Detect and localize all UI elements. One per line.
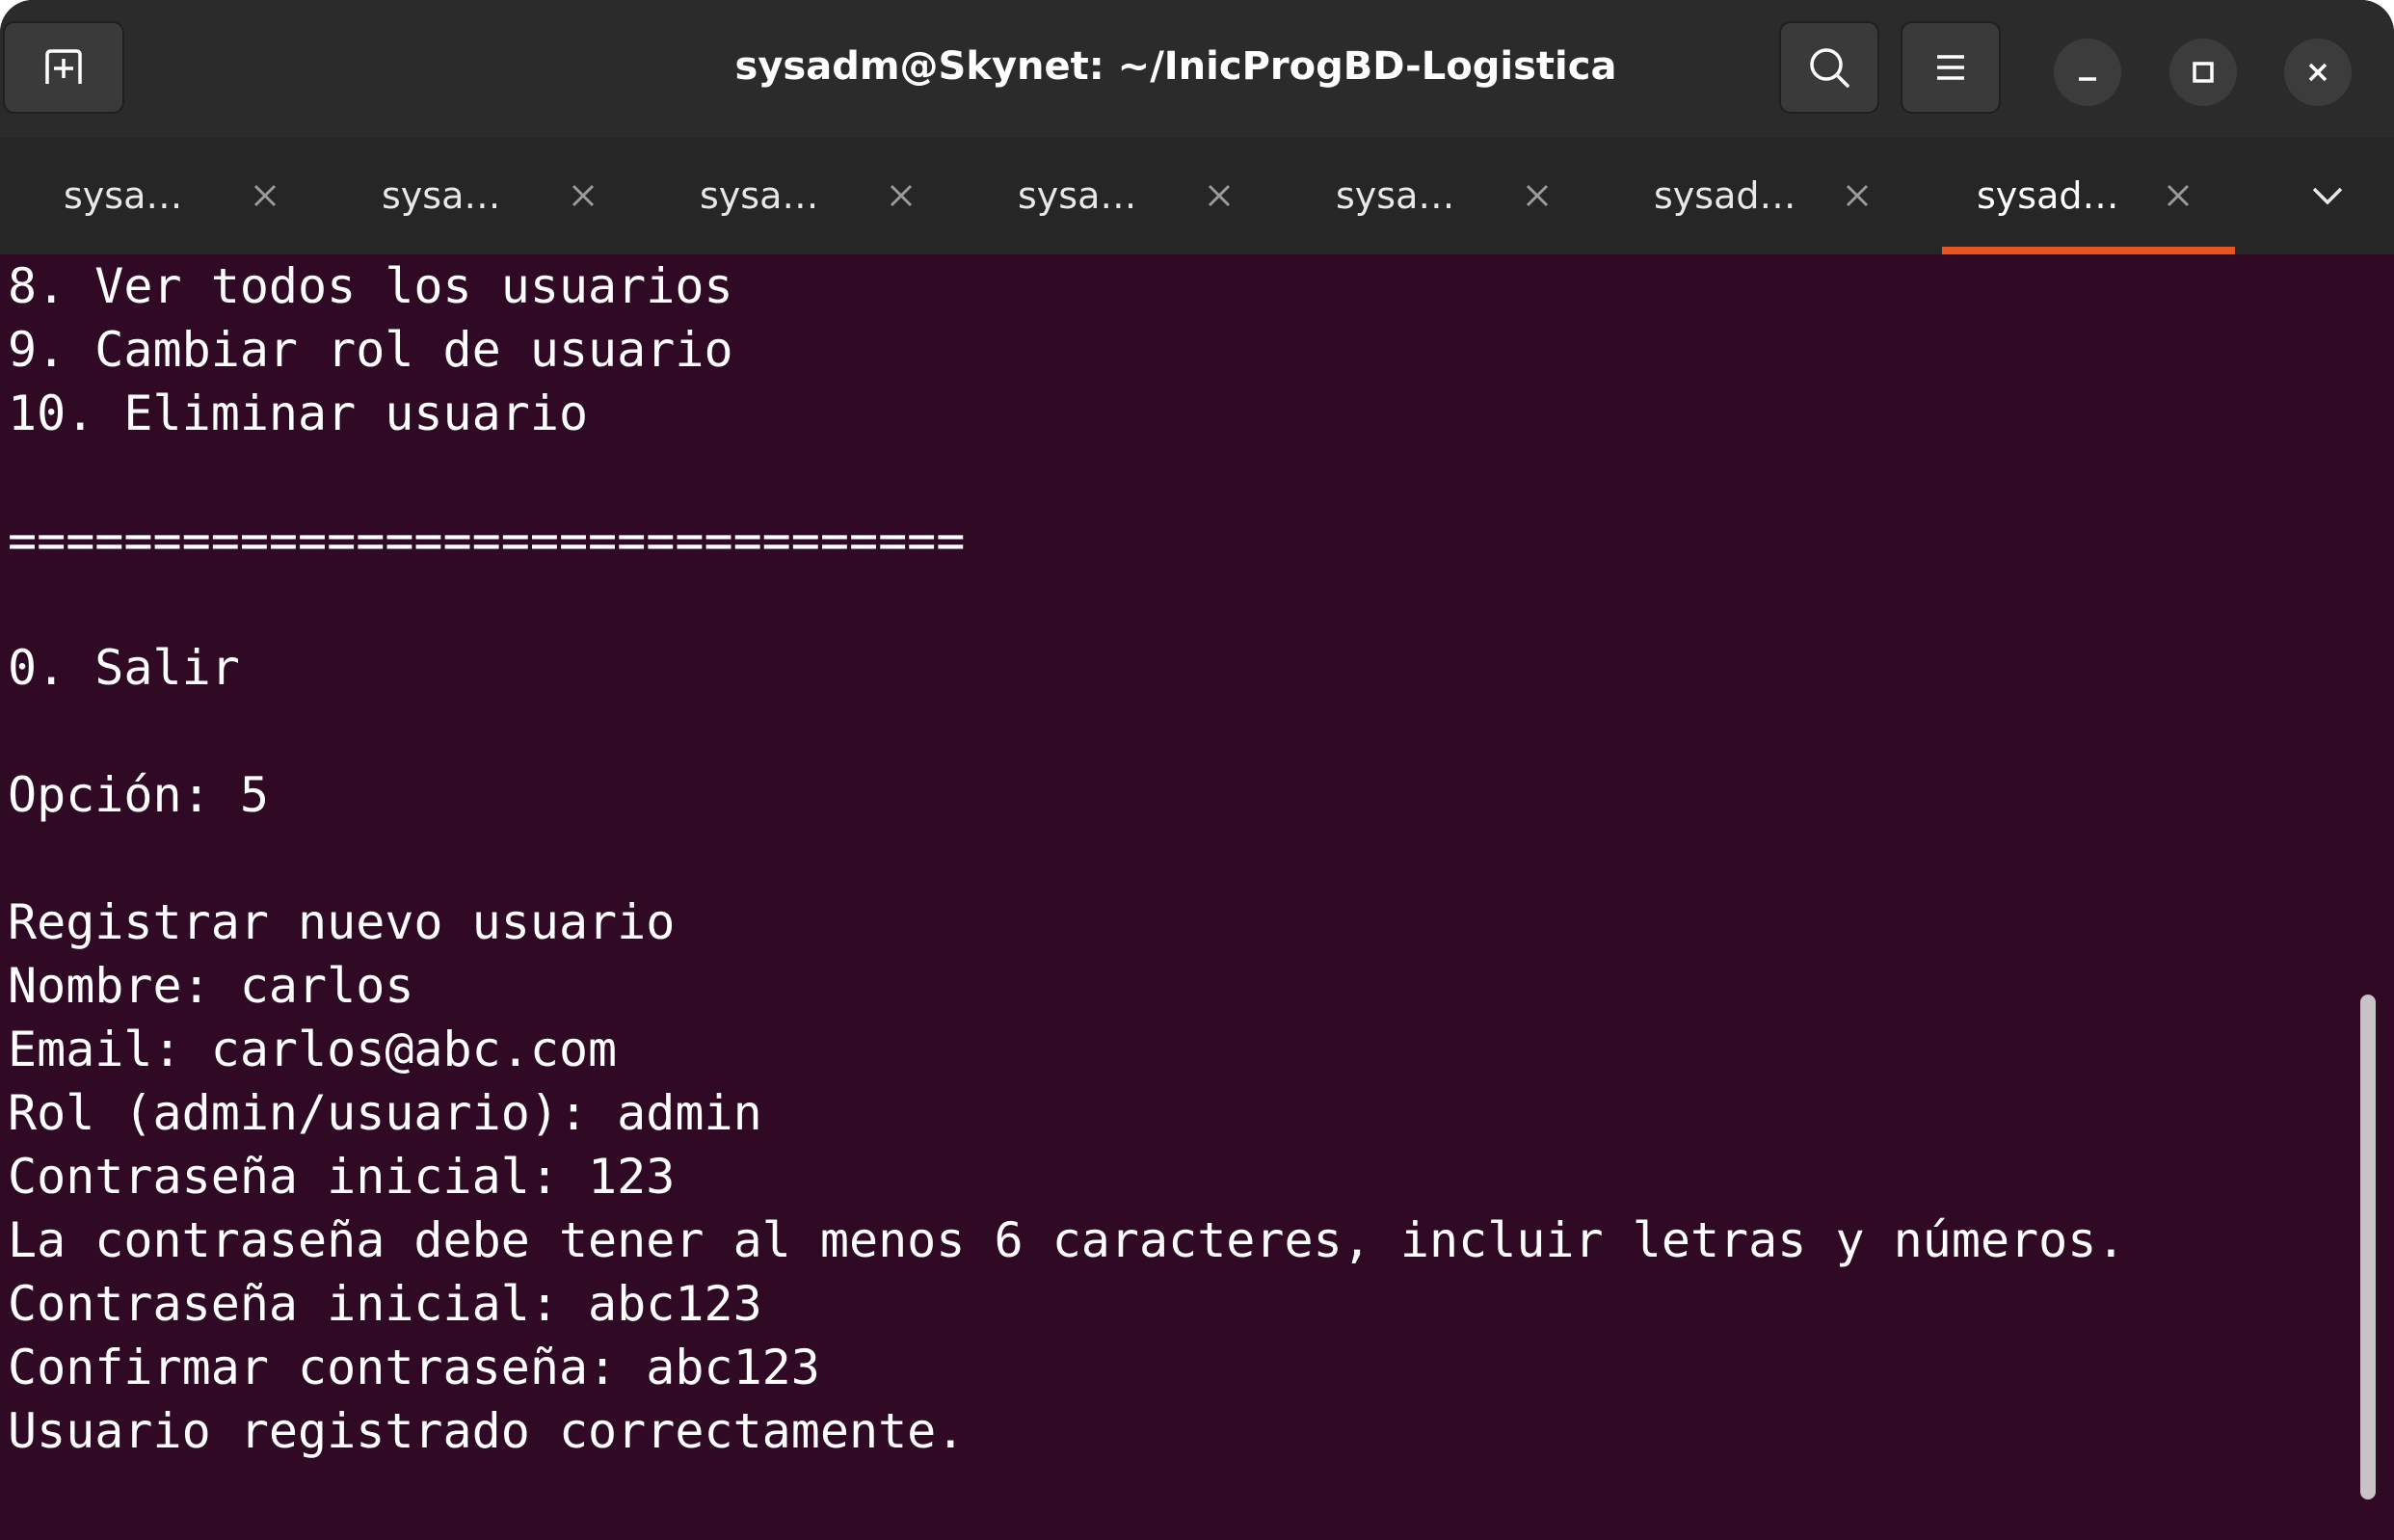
tab-close-icon[interactable] [564, 176, 602, 215]
terminal-line: La contraseña debe tener al menos 6 cara… [8, 1212, 2126, 1268]
tab-close-icon[interactable] [882, 176, 920, 215]
tab-close-icon[interactable] [246, 176, 284, 215]
new-tab-button[interactable] [3, 21, 124, 114]
terminal-line: Registrar nuevo usuario [8, 894, 676, 950]
tab-2[interactable]: sysa… [318, 138, 636, 254]
tab-3[interactable]: sysa… [636, 138, 954, 254]
tab-close-icon[interactable] [1838, 176, 1876, 215]
tab-close-icon[interactable] [1518, 176, 1556, 215]
terminal-line: Email: carlos@abc.com [8, 1022, 618, 1077]
terminal-line: Nombre: carlos [8, 958, 414, 1014]
tab-label: sysa… [1336, 174, 1455, 217]
tab-bar: sysa… sysa… sysa… sysa… sysa… sysad… sys… [0, 138, 2394, 254]
minimize-icon [2079, 77, 2096, 81]
terminal-line: Contraseña inicial: 123 [8, 1149, 676, 1205]
header-bar: sysadm@Skynet: ~/InicProgBD-Logistica [0, 0, 2394, 138]
maximize-button[interactable] [2169, 39, 2237, 106]
hamburger-menu-icon [1937, 55, 1964, 80]
close-button[interactable] [2284, 39, 2352, 106]
active-tab-indicator [1942, 247, 2235, 254]
tab-label: sysad… [1977, 174, 2119, 217]
tab-1[interactable]: sysa… [0, 138, 318, 254]
tab-4[interactable]: sysa… [954, 138, 1272, 254]
terminal-line: 8. Ver todos los usuarios [8, 258, 733, 314]
scrollbar-thumb[interactable] [2360, 995, 2376, 1500]
tab-label: sysa… [64, 174, 183, 217]
terminal-line: 10. Eliminar usuario [8, 385, 589, 441]
search-button[interactable] [1779, 21, 1879, 114]
tab-7-active[interactable]: sysad… [1913, 138, 2231, 254]
maximize-icon [2193, 62, 2214, 83]
main-menu-button[interactable] [1901, 21, 2001, 114]
terminal-line: Opción: 5 [8, 767, 269, 823]
terminal-line: ================================= [8, 513, 966, 569]
tab-label: sysad… [1654, 174, 1796, 217]
terminal-line: Contraseña inicial: abc123 [8, 1276, 762, 1332]
terminal-line: 0. Salir [8, 640, 240, 696]
close-icon [2308, 63, 2328, 82]
tab-5[interactable]: sysa… [1272, 138, 1590, 254]
terminal-line: 9. Cambiar rol de usuario [8, 322, 733, 378]
tab-label: sysa… [382, 174, 501, 217]
tab-close-icon[interactable] [2159, 176, 2197, 215]
minimize-button[interactable] [2054, 39, 2121, 106]
terminal-line: Rol (admin/usuario): admin [8, 1085, 762, 1141]
search-icon [1810, 48, 1849, 88]
terminal-window: sysadm@Skynet: ~/InicProgBD-Logistica sy… [0, 0, 2394, 1540]
chevron-down-icon [2312, 187, 2343, 205]
tab-label: sysa… [1018, 174, 1137, 217]
terminal-output[interactable]: 8. Ver todos los usuarios 9. Cambiar rol… [0, 254, 2394, 1540]
terminal-line: Usuario registrado correctamente. [8, 1403, 966, 1459]
tab-close-icon[interactable] [1200, 176, 1238, 215]
window-title: sysadm@Skynet: ~/InicProgBD-Logistica [734, 44, 1617, 89]
tab-label: sysa… [700, 174, 819, 217]
terminal-line: Confirmar contraseña: abc123 [8, 1340, 820, 1395]
tab-6[interactable]: sysad… [1590, 138, 1908, 254]
tabs-menu-button[interactable] [2300, 173, 2355, 219]
new-tab-icon [45, 49, 82, 84]
